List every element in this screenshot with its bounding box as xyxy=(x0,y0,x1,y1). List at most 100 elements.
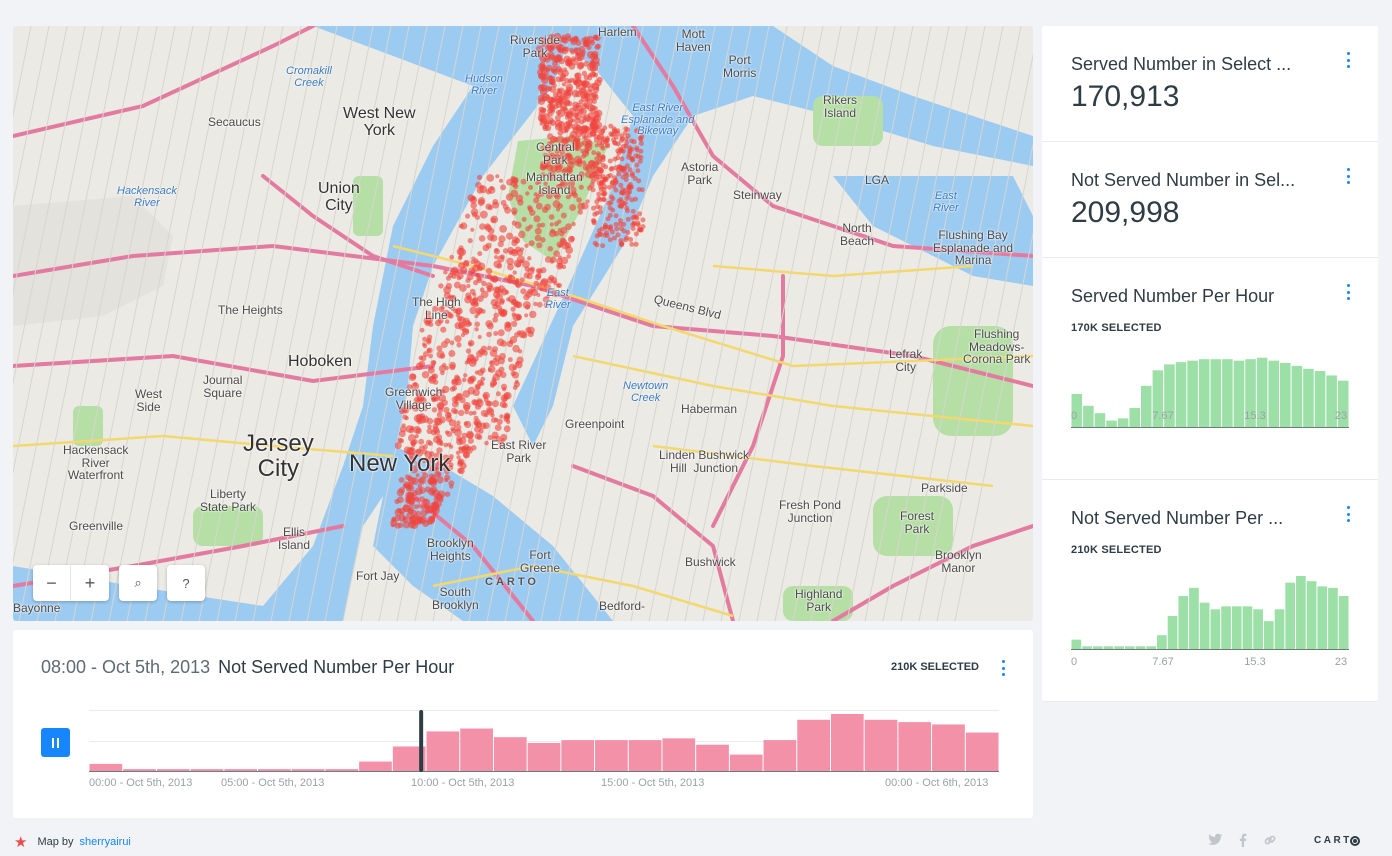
map-data-point xyxy=(614,226,620,232)
widget-not-served-total: Not Served Number in Sel... 209,998 xyxy=(1042,142,1378,258)
map-data-point xyxy=(555,207,561,212)
map-data-point xyxy=(539,279,548,287)
author-link[interactable]: sherryairui xyxy=(80,836,131,848)
map-data-point xyxy=(514,237,521,244)
map-data-point xyxy=(508,363,516,372)
widget-menu-icon[interactable] xyxy=(1346,506,1350,522)
widget-menu-icon[interactable] xyxy=(1346,52,1350,68)
map-data-point xyxy=(470,269,475,275)
map-data-point xyxy=(414,496,420,502)
map-data-point xyxy=(563,89,571,96)
histogram-not-served[interactable] xyxy=(1071,572,1349,650)
map-data-point xyxy=(490,413,495,418)
map-place-label: Newtown Creek xyxy=(623,380,669,404)
map-data-point xyxy=(491,276,498,283)
histogram-bar xyxy=(797,719,830,772)
link-icon[interactable] xyxy=(1263,833,1277,850)
map-data-point xyxy=(602,176,608,182)
map-place-label: East River xyxy=(933,190,959,214)
map-place-label: East River Park xyxy=(491,438,547,465)
map-data-point xyxy=(619,241,625,247)
map-data-point xyxy=(439,441,444,446)
carto-watermark: CARTO xyxy=(485,576,539,588)
map-data-point xyxy=(590,178,596,184)
map-place-label: Haberman xyxy=(681,402,738,416)
map-data-point xyxy=(426,428,433,435)
map-data-point xyxy=(480,309,486,314)
zoom-out-button[interactable]: − xyxy=(33,565,71,601)
map-data-point xyxy=(640,217,646,223)
axis-tick: 05:00 - Oct 5th, 2013 xyxy=(221,777,325,789)
map-data-point xyxy=(529,310,537,319)
widget-menu-icon[interactable] xyxy=(1346,168,1350,184)
map-data-point xyxy=(603,139,608,144)
pause-button[interactable] xyxy=(41,728,70,757)
map-data-point xyxy=(408,485,415,492)
map-data-point xyxy=(516,249,524,257)
map-data-point xyxy=(479,210,488,219)
map-data-point xyxy=(512,385,518,390)
map-data-point xyxy=(575,124,582,131)
facebook-icon[interactable] xyxy=(1239,833,1247,850)
map-data-point xyxy=(592,165,598,170)
map-place-label: Mott Haven xyxy=(676,27,711,54)
map-data-point xyxy=(611,128,617,134)
map-data-point xyxy=(485,267,493,275)
histogram-bar xyxy=(527,743,561,772)
map-data-point xyxy=(418,360,426,368)
map-data-point xyxy=(487,345,492,351)
map-data-point xyxy=(511,320,518,327)
axis-tick: 15:00 - Oct 5th, 2013 xyxy=(601,777,705,789)
carto-logo[interactable]: CART xyxy=(1314,835,1360,846)
map-data-point xyxy=(518,230,526,239)
map-place-label: West New York xyxy=(343,105,416,139)
map-data-point xyxy=(485,224,492,232)
timeline-axis: 00:00 - Oct 5th, 2013 05:00 - Oct 5th, 2… xyxy=(89,777,999,791)
map-data-point xyxy=(432,360,437,365)
timeline-title: 08:00 - Oct 5th, 2013 Not Served Number P… xyxy=(41,657,454,678)
map-data-point xyxy=(557,219,562,224)
map-data-point xyxy=(469,288,476,295)
map-data-point xyxy=(561,241,570,250)
map-data-point xyxy=(584,126,590,132)
map-data-point xyxy=(486,174,495,182)
histogram-axis: 0 7.67 15.3 23 xyxy=(1071,410,1349,424)
map-data-point xyxy=(472,296,479,303)
map-data-point xyxy=(460,222,468,230)
map-data-point xyxy=(569,204,577,211)
help-button[interactable]: ? xyxy=(167,565,205,601)
zoom-in-button[interactable]: + xyxy=(71,565,109,601)
map-data-point xyxy=(428,516,436,523)
timeline-histogram[interactable] xyxy=(89,710,999,772)
map-data-point xyxy=(539,88,548,96)
map-data-point xyxy=(474,432,482,440)
map-place-label: Bushwick xyxy=(685,555,736,569)
map-data-point xyxy=(460,266,468,274)
map-data-point xyxy=(439,353,446,359)
map-data-point xyxy=(467,194,475,202)
search-icon[interactable]: ⌕ xyxy=(119,565,157,601)
timeline-menu-icon[interactable] xyxy=(1001,660,1005,676)
map-data-point xyxy=(615,148,621,154)
map-place-label: West Side xyxy=(135,387,163,414)
map-data-point xyxy=(632,214,638,220)
widget-served-per-hour: Served Number Per Hour 170K SELECTED 0 7… xyxy=(1042,258,1378,480)
map-data-point xyxy=(464,296,472,304)
star-icon: ★ xyxy=(14,834,28,851)
histogram-bar xyxy=(1231,606,1242,650)
map-canvas[interactable]: West New York Secaucus Union City The Heigh… xyxy=(13,26,1033,621)
map-data-point xyxy=(493,260,502,269)
map-data-point xyxy=(469,375,477,382)
histogram-bar xyxy=(1285,582,1296,650)
map-data-point xyxy=(476,277,483,284)
map-place-label: Steinway xyxy=(733,188,782,202)
widget-menu-icon[interactable] xyxy=(1346,284,1350,300)
map-data-point xyxy=(449,364,456,371)
map-data-point xyxy=(462,401,471,410)
map-place-label: Manhattan Island xyxy=(526,170,583,197)
map-data-point xyxy=(428,353,433,359)
map-data-point xyxy=(484,440,489,446)
twitter-icon[interactable] xyxy=(1207,833,1223,850)
map-data-point xyxy=(405,425,414,433)
map-data-point xyxy=(593,173,599,179)
